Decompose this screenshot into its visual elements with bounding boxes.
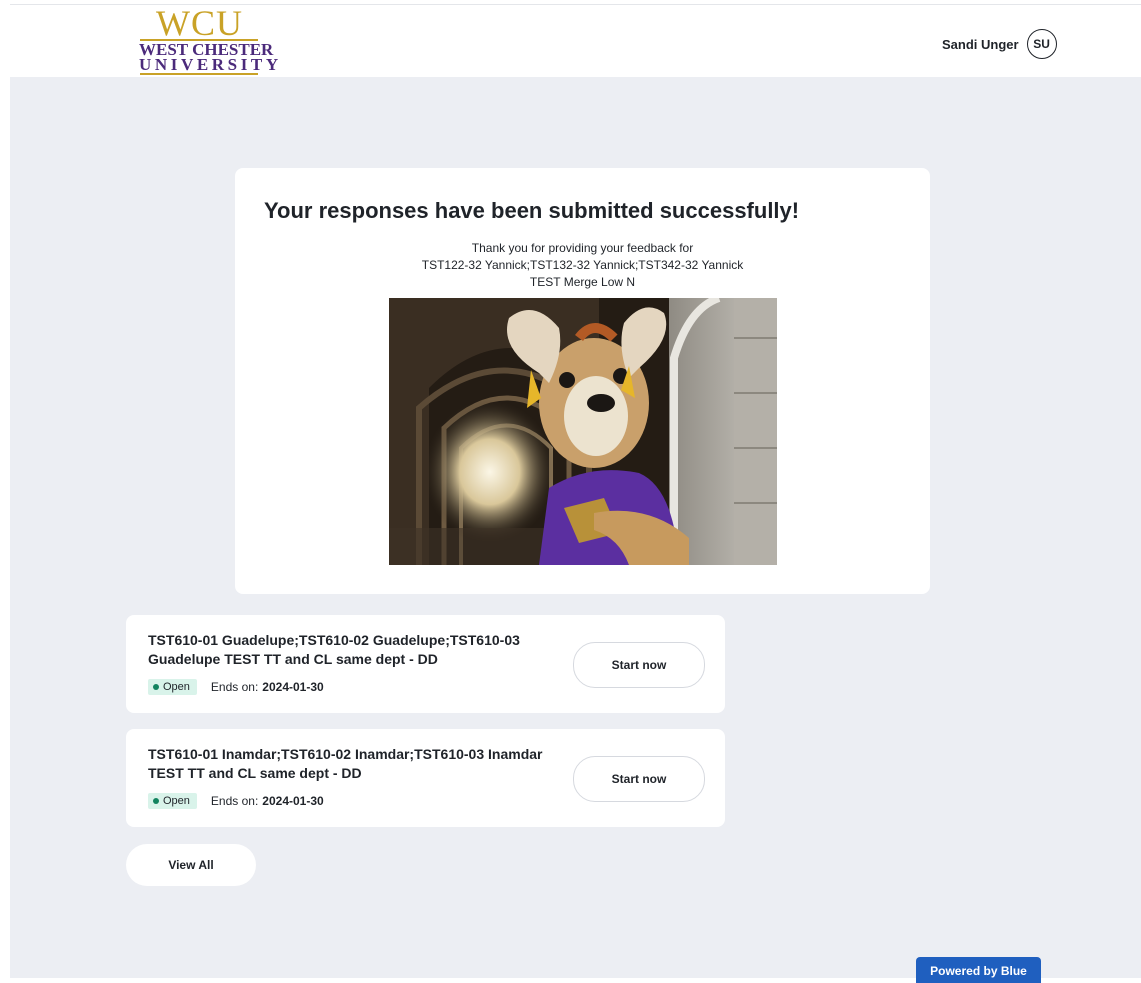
status-label: Open bbox=[163, 795, 190, 807]
status-dot-icon bbox=[153, 684, 159, 690]
status-badge: Open bbox=[148, 793, 197, 809]
mascot-photo bbox=[389, 298, 777, 565]
thanks-line-1: Thank you for providing your feedback fo… bbox=[471, 241, 694, 255]
success-title: Your responses have been submitted succe… bbox=[264, 198, 800, 223]
site-header: WCU WEST CHESTER UNIVERSITY Sandi Unger … bbox=[10, 5, 1141, 77]
mascot-photo-illustration bbox=[389, 298, 777, 565]
survey-title: TST610-01 Inamdar;TST610-02 Inamdar;TST6… bbox=[148, 746, 543, 781]
thanks-message: Thank you for providing your feedback fo… bbox=[235, 240, 930, 291]
view-all-button[interactable]: View All bbox=[126, 844, 256, 886]
user-name: Sandi Unger bbox=[942, 36, 1019, 52]
survey-meta: Open Ends on: 2024-01-30 bbox=[148, 679, 324, 695]
ends-label: Ends on: bbox=[210, 680, 259, 694]
avatar[interactable]: SU bbox=[1026, 29, 1057, 59]
thanks-line-3: TEST Merge Low N bbox=[529, 275, 636, 289]
powered-by-blue-link[interactable]: Powered by Blue bbox=[916, 957, 1041, 983]
logo-line-2: UNIVERSITY bbox=[139, 55, 282, 74]
wcu-logo[interactable]: WCU WEST CHESTER UNIVERSITY bbox=[128, 5, 278, 77]
user-menu[interactable]: Sandi Unger SU bbox=[942, 28, 1057, 60]
start-now-button[interactable]: Start now bbox=[573, 756, 705, 802]
survey-meta: Open Ends on: 2024-01-30 bbox=[148, 793, 324, 809]
logo-rule-bottom bbox=[140, 73, 258, 75]
success-card: Your responses have been submitted succe… bbox=[235, 168, 930, 594]
status-dot-icon bbox=[153, 798, 159, 804]
ends-date: 2024-01-30 bbox=[262, 794, 324, 808]
start-now-button[interactable]: Start now bbox=[573, 642, 705, 688]
thanks-line-2: TST122-32 Yannick;TST132-32 Yannick;TST3… bbox=[421, 258, 744, 272]
survey-card: TST610-01 Guadelupe;TST610-02 Guadelupe;… bbox=[126, 615, 725, 713]
survey-card: TST610-01 Inamdar;TST610-02 Inamdar;TST6… bbox=[126, 729, 725, 827]
status-label: Open bbox=[163, 681, 190, 693]
ends-date: 2024-01-30 bbox=[262, 680, 324, 694]
ends-label: Ends on: bbox=[210, 794, 259, 808]
survey-title: TST610-01 Guadelupe;TST610-02 Guadelupe;… bbox=[148, 632, 520, 667]
logo-mark: WCU bbox=[156, 3, 243, 43]
status-badge: Open bbox=[148, 679, 197, 695]
